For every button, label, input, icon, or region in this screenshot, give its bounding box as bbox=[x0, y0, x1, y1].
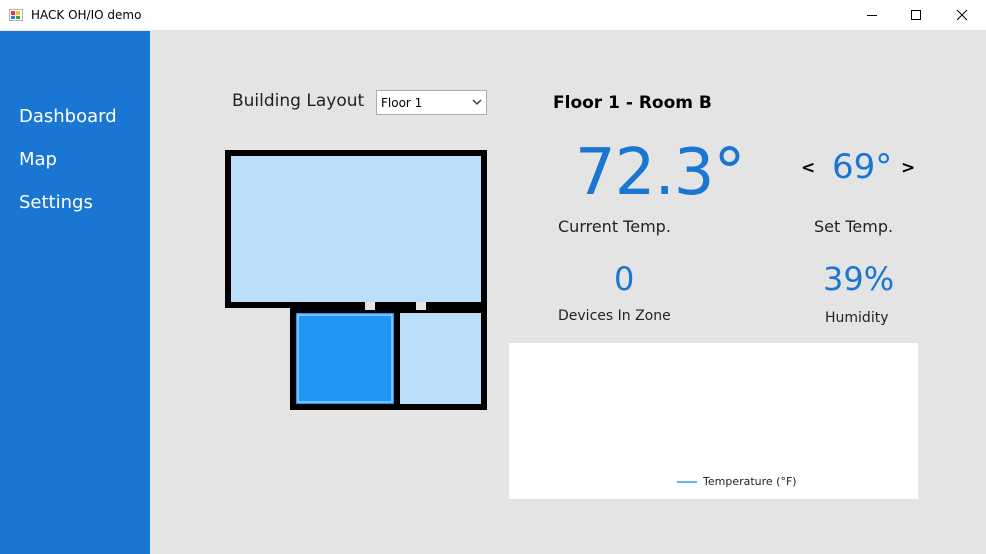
title-bar: HACK OH/IO demo bbox=[0, 0, 986, 31]
sidebar-item-settings[interactable]: Settings bbox=[19, 192, 93, 213]
minimize-button[interactable] bbox=[850, 0, 894, 30]
minimize-icon bbox=[867, 15, 877, 16]
maximize-button[interactable] bbox=[894, 0, 938, 30]
current-temp-label: Current Temp. bbox=[558, 217, 671, 236]
door bbox=[416, 302, 426, 310]
maximize-icon bbox=[911, 10, 921, 20]
room-title: Floor 1 - Room B bbox=[553, 93, 712, 113]
window-title: HACK OH/IO demo bbox=[31, 8, 142, 22]
floor-select[interactable]: Floor 1 bbox=[376, 90, 487, 115]
legend-line-swatch bbox=[677, 480, 697, 483]
current-temp-value: 72.3° bbox=[575, 136, 745, 210]
floor-select-value: Floor 1 bbox=[381, 96, 423, 110]
room-c[interactable] bbox=[394, 307, 487, 410]
decrease-temp-button[interactable]: < bbox=[801, 158, 815, 178]
humidity-label: Humidity bbox=[825, 310, 889, 326]
sidebar-item-dashboard[interactable]: Dashboard bbox=[19, 106, 117, 127]
sidebar-item-map[interactable]: Map bbox=[19, 149, 57, 170]
devices-value: 0 bbox=[614, 260, 635, 298]
app-icon bbox=[9, 9, 23, 21]
floor-plan bbox=[225, 150, 487, 410]
building-layout-label: Building Layout bbox=[232, 91, 365, 111]
room-a[interactable] bbox=[225, 150, 487, 308]
set-temp-label: Set Temp. bbox=[814, 217, 894, 236]
increase-temp-button[interactable]: > bbox=[901, 158, 915, 178]
close-button[interactable] bbox=[940, 0, 984, 30]
chevron-down-icon bbox=[472, 99, 482, 105]
set-temp-value: 69° bbox=[832, 147, 893, 187]
devices-label: Devices In Zone bbox=[558, 308, 671, 324]
door bbox=[365, 302, 375, 310]
close-icon bbox=[956, 9, 968, 21]
temperature-chart: Temperature (°F) bbox=[509, 343, 918, 499]
humidity-value: 39% bbox=[823, 260, 895, 298]
legend-temperature: Temperature (°F) bbox=[703, 475, 797, 488]
chart-legend: Temperature (°F) bbox=[677, 475, 797, 488]
sidebar: Dashboard Map Settings bbox=[0, 31, 150, 554]
room-b[interactable] bbox=[290, 307, 400, 410]
main-content: Building Layout Floor 1 Floor 1 - Room B… bbox=[150, 31, 986, 554]
